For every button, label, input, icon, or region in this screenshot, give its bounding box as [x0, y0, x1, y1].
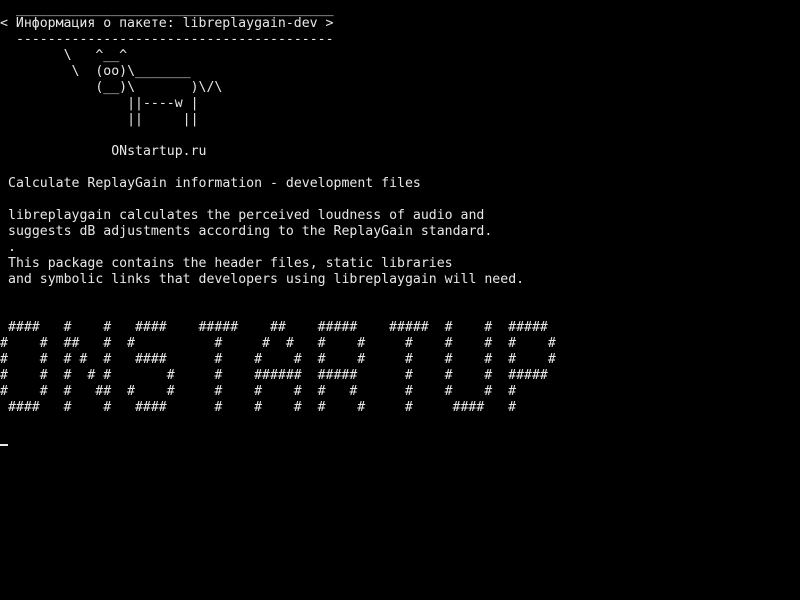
cow-ascii-line: \ ^__^: [8, 48, 128, 63]
banner-line: # # # # # # # ###### ##### # # # #####: [0, 368, 548, 383]
terminal-screen[interactable]: ________________________________________…: [0, 0, 800, 600]
banner-line: #### # # #### ##### ## ##### ##### # # #…: [0, 320, 548, 335]
banner-line: # # # ## # # # # # # # # # # #: [0, 384, 517, 399]
site-label: ONstartup.ru: [8, 144, 207, 159]
cow-ascii-line: \ (oo)\_______: [8, 64, 191, 79]
cowsay-message: < Информация о пакете: libreplaygain-dev…: [0, 16, 334, 31]
cow-ascii-line: || ||: [8, 112, 199, 127]
banner-line: # # # # # #### # # # # # # # # # #: [0, 352, 556, 367]
package-description-line: .: [8, 240, 16, 255]
package-description-line: libreplaygain calculates the perceived l…: [8, 208, 485, 223]
cowsay-border-bottom: ----------------------------------------: [8, 32, 334, 47]
banner-line: #### # # #### # # # # # # #### #: [0, 400, 517, 415]
cow-ascii-line: ||----w |: [8, 96, 199, 111]
text-cursor: [0, 444, 8, 446]
package-description-line: This package contains the header files, …: [8, 256, 453, 271]
package-description-line: suggests dB adjustments according to the…: [8, 224, 493, 239]
package-description-line: and symbolic links that developers using…: [8, 272, 525, 287]
package-summary: Calculate ReplayGain information - devel…: [8, 176, 421, 191]
banner-line: # # ## # # # # # # # # # # # #: [0, 336, 556, 351]
cow-ascii-line: (__)\ )\/\: [8, 80, 223, 95]
